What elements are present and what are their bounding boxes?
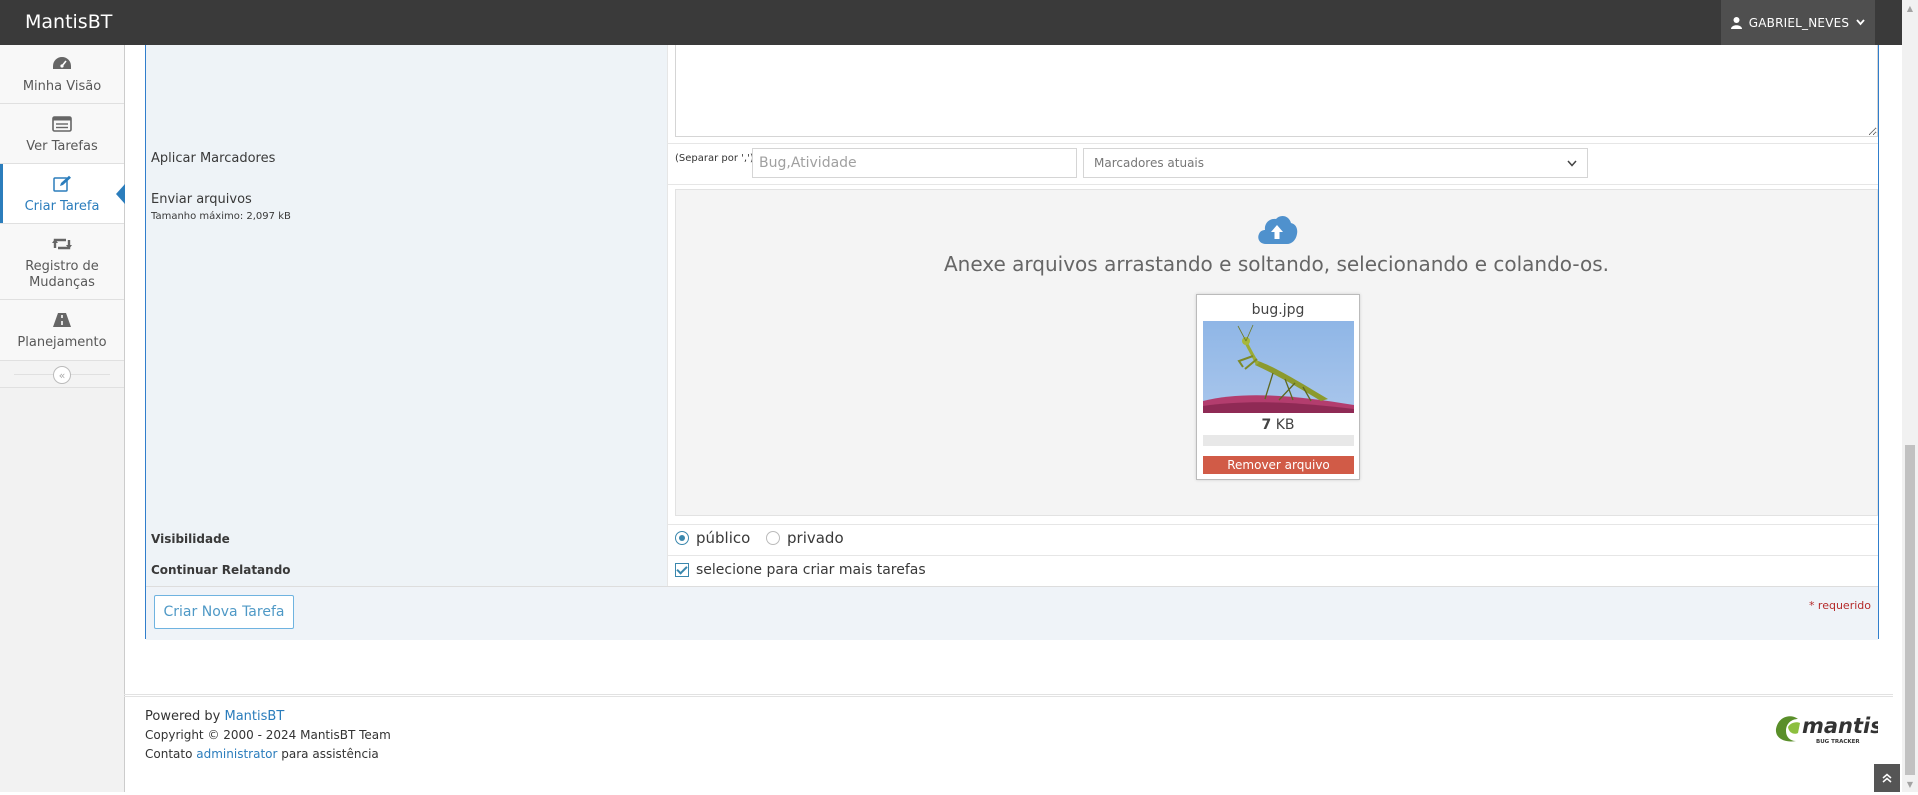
continue-label: Continuar Relatando	[151, 563, 291, 577]
user-name: GABRIEL_NEVES	[1748, 15, 1850, 30]
sidebar-item-my-view[interactable]: Minha Visão	[0, 45, 124, 104]
sidebar: Minha Visão Ver Tarefas Criar Tarefa Reg…	[0, 45, 125, 792]
files-row: Enviar arquivos Tamanho máximo: 2,097 kB…	[146, 184, 1878, 525]
file-dropzone[interactable]: Anexe arquivos arrastando e soltando, se…	[675, 189, 1878, 516]
mantis-logo[interactable]: mantis BUG TRACKER	[1772, 707, 1883, 751]
page-footer: Powered by MantisBT Copyright © 2000 - 2…	[124, 694, 1893, 795]
road-icon	[52, 309, 72, 331]
continue-reporting-checkbox[interactable]	[675, 563, 689, 577]
max-file-size: Tamanho máximo: 2,097 kB	[151, 211, 291, 222]
footer-text: Powered by MantisBT Copyright © 2000 - 2…	[145, 707, 391, 764]
double-chevron-left-icon[interactable]: «	[53, 366, 71, 384]
file-size-value: 7	[1261, 417, 1272, 433]
radio-private[interactable]	[766, 531, 780, 545]
cloud-upload-icon	[1256, 212, 1298, 250]
tags-input[interactable]	[752, 148, 1077, 178]
files-label-cell: Enviar arquivos Tamanho máximo: 2,097 kB	[146, 184, 668, 524]
visibility-value-cell: público privado	[668, 524, 1878, 555]
copyright: Copyright © 2000 - 2024 MantisBT Team	[145, 728, 391, 742]
file-size: 7 KB	[1197, 417, 1359, 433]
contact-prefix: Contato	[145, 747, 193, 761]
visibility-private-option[interactable]: privado	[766, 529, 844, 547]
existing-tags-select-value: Marcadores atuais	[1094, 156, 1205, 170]
sidebar-item-label: Ver Tarefas	[26, 138, 98, 154]
administrator-link[interactable]: administrator	[196, 747, 277, 761]
tags-separator-hint: (Separar por ',')	[675, 153, 754, 164]
sidebar-item-label: Registro de Mudanças	[25, 258, 99, 290]
file-size-unit: KB	[1275, 417, 1295, 433]
report-issue-form: Aplicar Marcadores (Separar por ',') Mar…	[145, 45, 1879, 640]
description-label-cell	[146, 45, 668, 143]
sidebar-item-label: Minha Visão	[22, 79, 102, 94]
dropzone-message: Anexe arquivos arrastando e soltando, se…	[943, 252, 1610, 276]
sidebar-item-label: Planejamento	[17, 335, 107, 350]
chevron-down-icon	[1856, 19, 1865, 26]
radio-public[interactable]	[675, 531, 689, 545]
logo-subtitle: BUG TRACKER	[1816, 739, 1860, 745]
mantisbt-link[interactable]: MantisBT	[225, 709, 285, 724]
description-textarea[interactable]	[675, 45, 1878, 137]
tags-label-cell: Aplicar Marcadores	[146, 143, 668, 184]
sidebar-item-roadmap[interactable]: Planejamento	[0, 300, 124, 361]
sidebar-item-report-issue[interactable]: Criar Tarefa	[0, 164, 125, 224]
edit-icon	[52, 173, 72, 195]
scroll-down-arrow-icon[interactable]: ▼	[1902, 776, 1918, 792]
form-actions: Criar Nova Tarefa * requerido	[146, 586, 1878, 640]
required-note: * requerido	[1808, 599, 1871, 612]
logo-wordmark: mantis	[1802, 714, 1878, 738]
scrollbar-thumb[interactable]	[1905, 445, 1915, 775]
sidebar-item-view-issues[interactable]: Ver Tarefas	[0, 104, 124, 164]
brand-title[interactable]: MantisBT	[25, 11, 112, 33]
powered-by-prefix: Powered by	[145, 709, 221, 724]
double-chevron-up-icon	[1882, 773, 1892, 783]
continue-reporting-row: Continuar Relatando selecione para criar…	[146, 555, 1878, 586]
files-label: Enviar arquivos	[151, 192, 252, 207]
file-thumbnail-image	[1203, 321, 1354, 413]
tags-row: Aplicar Marcadores (Separar por ',') Mar…	[146, 143, 1878, 185]
top-navbar: MantisBT GABRIEL_NEVES	[0, 0, 1918, 45]
continue-reporting-text: selecione para criar mais tarefas	[696, 562, 926, 578]
dashboard-icon	[52, 53, 72, 75]
visibility-label-cell: Visibilidade	[146, 524, 668, 555]
file-preview: bug.jpg 7 KB Remover arquivo	[1196, 294, 1360, 480]
visibility-public-label: público	[696, 529, 751, 547]
scroll-up-arrow-icon[interactable]: ▲	[1902, 0, 1918, 16]
continue-reporting-option[interactable]: selecione para criar mais tarefas	[675, 562, 926, 578]
file-name: bug.jpg	[1251, 302, 1305, 318]
visibility-row: Visibilidade público privado	[146, 524, 1878, 556]
submit-button[interactable]: Criar Nova Tarefa	[154, 595, 294, 629]
upload-progress-bar	[1203, 435, 1354, 446]
tags-label: Aplicar Marcadores	[151, 151, 276, 166]
continue-value-cell: selecione para criar mais tarefas	[668, 555, 1878, 586]
visibility-public-option[interactable]: público	[675, 529, 750, 547]
existing-tags-select[interactable]: Marcadores atuais	[1083, 148, 1588, 178]
powered-by: Powered by MantisBT	[145, 707, 391, 726]
list-icon	[52, 113, 72, 135]
visibility-label: Visibilidade	[151, 532, 230, 546]
chevron-down-icon	[1567, 156, 1577, 170]
tags-value-cell: (Separar por ',') Marcadores atuais	[668, 143, 1878, 184]
sidebar-item-label: Criar Tarefa	[24, 198, 100, 214]
user-icon	[1730, 16, 1742, 29]
sidebar-item-changelog[interactable]: Registro de Mudanças	[0, 224, 124, 300]
continue-label-cell: Continuar Relatando	[146, 555, 668, 586]
visibility-private-label: privado	[787, 529, 844, 547]
remove-file-button[interactable]: Remover arquivo	[1203, 456, 1354, 474]
contact: Contato administrator para assistência	[145, 745, 391, 764]
files-value-cell: Anexe arquivos arrastando e soltando, se…	[668, 184, 1878, 524]
page-scrollbar[interactable]: ▲ ▼	[1902, 0, 1918, 792]
description-row	[146, 45, 1878, 144]
contact-suffix: para assistência	[281, 747, 379, 761]
description-value-cell	[668, 45, 1878, 143]
user-menu[interactable]: GABRIEL_NEVES	[1721, 0, 1875, 45]
scroll-to-top-button[interactable]	[1874, 764, 1900, 792]
retweet-icon	[51, 233, 73, 255]
sidebar-collapse-bar: «	[0, 361, 124, 388]
